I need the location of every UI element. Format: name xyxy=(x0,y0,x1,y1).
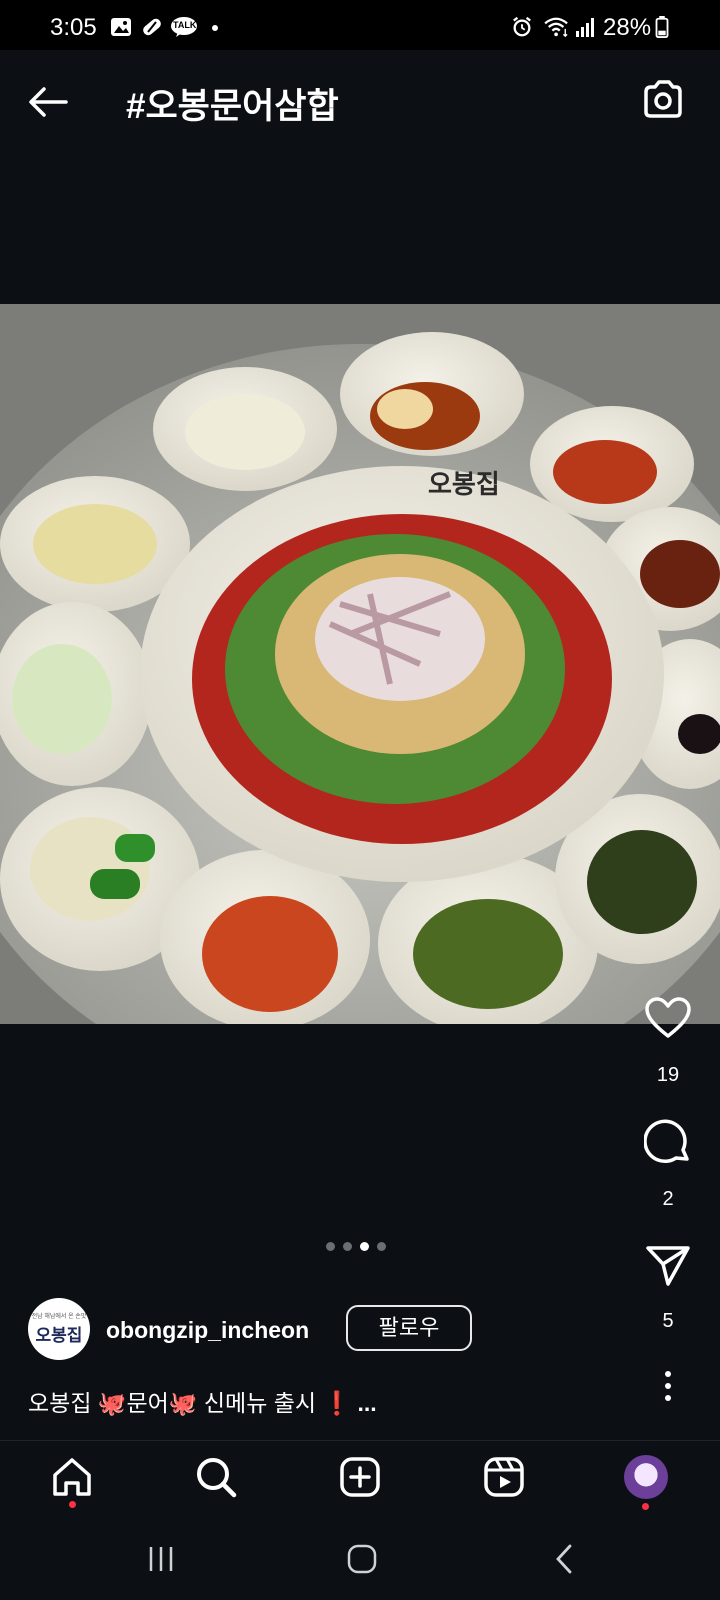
nav-search-button[interactable] xyxy=(194,1455,238,1499)
home-circle-icon xyxy=(347,1544,377,1574)
kakaotalk-icon: TALK xyxy=(170,16,198,38)
signal-icon xyxy=(576,18,594,37)
camera-icon xyxy=(644,80,682,118)
heart-icon xyxy=(645,997,691,1038)
system-home-button[interactable] xyxy=(345,1542,379,1576)
back-button[interactable] xyxy=(26,80,70,124)
send-icon xyxy=(646,1246,690,1286)
carousel-dot-active xyxy=(360,1242,369,1251)
page-header xyxy=(0,50,720,146)
wifi-icon xyxy=(544,17,568,38)
like-button[interactable] xyxy=(640,996,696,1045)
recent-apps-icon xyxy=(149,1547,173,1571)
camera-button[interactable] xyxy=(640,78,686,122)
more-vertical-icon xyxy=(665,1371,671,1401)
food-photo xyxy=(0,304,720,1024)
alarm-icon xyxy=(513,16,531,37)
follow-button[interactable]: 팔로우 xyxy=(346,1305,472,1351)
profile-notification-dot xyxy=(642,1503,649,1510)
bowl-brand-text: 오봉집 xyxy=(428,470,500,500)
battery-percent: 28% xyxy=(603,14,652,41)
home-notification-dot xyxy=(69,1501,76,1508)
caption-suffix: 신메뉴 출시 xyxy=(197,1390,323,1416)
shares-count: 5 xyxy=(662,1310,674,1332)
comments-count: 2 xyxy=(662,1188,674,1210)
caption-more[interactable]: ... xyxy=(351,1390,376,1416)
carousel-dot xyxy=(377,1242,386,1251)
create-icon xyxy=(340,1457,380,1497)
page-title: #오봉문어삼합 xyxy=(126,87,339,126)
gallery-icon xyxy=(111,18,131,36)
exclamation-emoji: ❗ xyxy=(322,1390,352,1416)
likes-count: 19 xyxy=(656,1064,680,1086)
share-button[interactable] xyxy=(640,1244,696,1293)
nav-reels-button[interactable] xyxy=(482,1455,526,1499)
nav-profile-button[interactable] xyxy=(624,1455,668,1510)
carousel-dot xyxy=(326,1242,335,1251)
author-username[interactable]: obongzip_incheon xyxy=(106,1317,309,1344)
reels-icon xyxy=(484,1457,524,1497)
octopus-emoji: 🐙 xyxy=(168,1390,198,1416)
caption-prefix: 오봉집 xyxy=(28,1390,98,1416)
more-options-button[interactable] xyxy=(640,1370,696,1407)
avatar-subtext: 전남 해남에서 온 손맛 xyxy=(31,1314,87,1320)
carousel-indicator xyxy=(326,1238,394,1256)
nav-home-button[interactable] xyxy=(50,1455,94,1508)
pill-icon xyxy=(143,18,161,36)
avatar-text: 오봉집 xyxy=(35,1326,83,1346)
search-icon xyxy=(197,1458,237,1498)
carousel-dot xyxy=(343,1242,352,1251)
arrow-left-icon xyxy=(29,87,68,117)
author-avatar[interactable]: 전남 해남에서 온 손맛 오봉집 xyxy=(28,1298,90,1360)
post-photo[interactable]: 오봉집 xyxy=(0,304,720,1024)
comment-icon xyxy=(643,1119,689,1164)
back-chevron-icon xyxy=(556,1544,572,1574)
profile-avatar xyxy=(624,1455,668,1499)
battery-icon xyxy=(655,16,669,38)
caption[interactable]: 오봉집 🐙문어🐙 신메뉴 출시 ❗ ... xyxy=(28,1384,377,1418)
system-back-button[interactable] xyxy=(548,1542,582,1576)
recent-apps-button[interactable] xyxy=(144,1542,178,1576)
status-time: 3:05 xyxy=(50,14,97,41)
nav-create-button[interactable] xyxy=(338,1455,382,1499)
comment-button[interactable] xyxy=(640,1118,696,1171)
kakaotalk-label: TALK xyxy=(173,20,197,30)
caption-word: 문어 xyxy=(126,1390,169,1416)
home-icon xyxy=(53,1458,91,1496)
octopus-emoji: 🐙 xyxy=(97,1390,127,1416)
notification-dot xyxy=(212,25,218,31)
